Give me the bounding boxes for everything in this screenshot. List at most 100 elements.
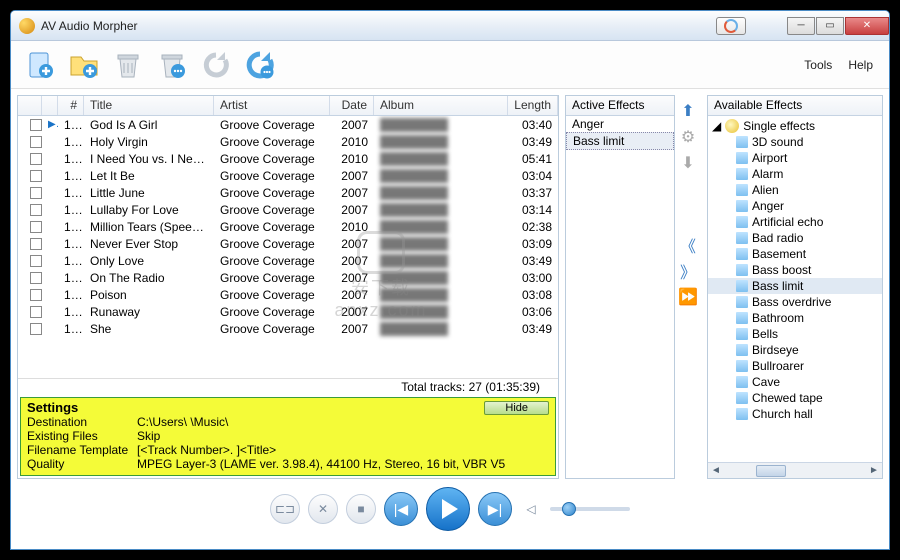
effect-item[interactable]: Basement <box>708 246 882 262</box>
effect-item[interactable]: Church hall <box>708 406 882 422</box>
row-checkbox[interactable] <box>30 306 42 318</box>
effect-item[interactable]: Bass overdrive <box>708 294 882 310</box>
effect-item[interactable]: Alarm <box>708 166 882 182</box>
table-row[interactable]: 1... She Groove Coverage 2007 ████████ 0… <box>18 320 558 337</box>
record-button[interactable]: ■ <box>346 494 376 524</box>
effect-item[interactable]: Bullroarer <box>708 358 882 374</box>
effects-tree[interactable]: ◢Single effects3D soundAirportAlarmAlien… <box>708 116 882 462</box>
effect-item[interactable]: Cave <box>708 374 882 390</box>
row-checkbox[interactable] <box>30 289 42 301</box>
table-row[interactable]: 1... I Need You vs. I Need... Groove Cov… <box>18 150 558 167</box>
track-list[interactable]: ▶▶ 1... God Is A Girl Groove Coverage 20… <box>18 116 558 378</box>
effect-item[interactable]: Chewed tape <box>708 390 882 406</box>
menu-help[interactable]: Help <box>848 58 873 72</box>
effect-icon <box>736 200 748 212</box>
table-row[interactable]: 1... Little June Groove Coverage 2007 ██… <box>18 184 558 201</box>
row-checkbox[interactable] <box>30 136 42 148</box>
effect-item[interactable]: Bass boost <box>708 262 882 278</box>
destination-value[interactable]: C:\Users\ \Music\ <box>137 415 228 429</box>
col-date[interactable]: Date <box>330 96 374 115</box>
table-row[interactable]: 1... On The Radio Groove Coverage 2007 █… <box>18 269 558 286</box>
table-row[interactable]: 1... Never Ever Stop Groove Coverage 200… <box>18 235 558 252</box>
table-row[interactable]: 1... Lullaby For Love Groove Coverage 20… <box>18 201 558 218</box>
row-checkbox[interactable] <box>30 187 42 199</box>
col-artist[interactable]: Artist <box>214 96 330 115</box>
hide-button[interactable]: Hide <box>484 401 549 415</box>
repeat-button[interactable]: ⊏⊐ <box>270 494 300 524</box>
delete-all-button[interactable] <box>153 46 191 84</box>
col-title[interactable]: Title <box>84 96 214 115</box>
table-row[interactable]: 1... Million Tears (Speed V... Groove Co… <box>18 218 558 235</box>
effect-item[interactable]: Bass limit <box>708 278 882 294</box>
table-row[interactable]: ▶▶ 1... God Is A Girl Groove Coverage 20… <box>18 116 558 133</box>
table-row[interactable]: 1... Only Love Groove Coverage 2007 ████… <box>18 252 558 269</box>
col-length[interactable]: Length <box>508 96 558 115</box>
add-effect-button[interactable]: 《 <box>678 235 698 255</box>
remove-all-button[interactable]: ⏩ <box>678 287 698 307</box>
next-button[interactable]: ▶| <box>478 492 512 526</box>
row-checkbox[interactable] <box>30 153 42 165</box>
col-album[interactable]: Album <box>374 96 508 115</box>
row-checkbox[interactable] <box>30 221 42 233</box>
effect-icon <box>736 152 748 164</box>
move-up-button[interactable]: ⬆ <box>678 101 698 121</box>
effect-item[interactable]: Anger <box>708 198 882 214</box>
active-effect-item[interactable]: Anger <box>566 116 674 132</box>
table-row[interactable]: 1... Holy Virgin Groove Coverage 2010 ██… <box>18 133 558 150</box>
table-row[interactable]: 1... Poison Groove Coverage 2007 ███████… <box>18 286 558 303</box>
volume-knob[interactable] <box>562 502 576 516</box>
row-checkbox[interactable] <box>30 204 42 216</box>
effect-item[interactable]: Artificial echo <box>708 214 882 230</box>
effect-item[interactable]: 3D sound <box>708 134 882 150</box>
horizontal-scrollbar[interactable]: ◄ ► <box>708 462 882 478</box>
row-checkbox[interactable] <box>30 170 42 182</box>
convert-button[interactable] <box>241 46 279 84</box>
scroll-left-icon[interactable]: ◄ <box>708 464 724 478</box>
track-album: ████████ <box>374 186 508 200</box>
settings-gear-icon[interactable]: ⚙ <box>678 127 698 147</box>
menu-tools[interactable]: Tools <box>804 58 832 72</box>
effect-item[interactable]: Bathroom <box>708 310 882 326</box>
effect-item[interactable]: Bad radio <box>708 230 882 246</box>
row-checkbox[interactable] <box>30 238 42 250</box>
row-checkbox[interactable] <box>30 119 42 131</box>
effect-item[interactable]: Alien <box>708 182 882 198</box>
maximize-button[interactable]: ▭ <box>816 17 844 35</box>
shuffle-button[interactable]: ✕ <box>308 494 338 524</box>
titlebar[interactable]: AV Audio Morpher ─ ▭ ✕ <box>11 11 889 41</box>
play-button[interactable] <box>426 487 470 531</box>
table-row[interactable]: 1... Let It Be Groove Coverage 2007 ████… <box>18 167 558 184</box>
scroll-right-icon[interactable]: ► <box>866 464 882 478</box>
existing-value[interactable]: Skip <box>137 429 160 443</box>
track-date: 2007 <box>330 271 374 285</box>
tree-root[interactable]: ◢Single effects <box>708 118 882 134</box>
add-file-button[interactable] <box>21 46 59 84</box>
row-checkbox[interactable] <box>30 323 42 335</box>
prev-button[interactable]: |◀ <box>384 492 418 526</box>
effect-icon <box>736 408 748 420</box>
row-checkbox[interactable] <box>30 255 42 267</box>
collapse-icon[interactable]: ◢ <box>712 119 721 133</box>
opera-icon[interactable] <box>716 17 746 35</box>
template-value[interactable]: [<Track Number>. ]<Title> <box>137 443 276 457</box>
effect-item[interactable]: Airport <box>708 150 882 166</box>
remove-effect-button[interactable]: 》 <box>678 261 698 281</box>
row-checkbox[interactable] <box>30 272 42 284</box>
scroll-thumb[interactable] <box>756 465 786 477</box>
track-number: 1... <box>58 254 84 268</box>
effect-item[interactable]: Bells <box>708 326 882 342</box>
table-row[interactable]: 1... Runaway Groove Coverage 2007 ██████… <box>18 303 558 320</box>
move-down-button[interactable]: ⬇ <box>678 153 698 173</box>
refresh-button[interactable] <box>197 46 235 84</box>
volume-icon[interactable]: ◁ <box>520 498 542 520</box>
volume-slider[interactable] <box>550 507 630 511</box>
minimize-button[interactable]: ─ <box>787 17 815 35</box>
col-number[interactable]: # <box>58 96 84 115</box>
active-effect-item[interactable]: Bass limit <box>566 132 674 150</box>
effect-item[interactable]: Birdseye <box>708 342 882 358</box>
add-folder-button[interactable] <box>65 46 103 84</box>
delete-button[interactable] <box>109 46 147 84</box>
effect-icon <box>736 296 748 308</box>
close-button[interactable]: ✕ <box>845 17 889 35</box>
quality-value[interactable]: MPEG Layer-3 (LAME ver. 3.98.4), 44100 H… <box>137 457 505 471</box>
